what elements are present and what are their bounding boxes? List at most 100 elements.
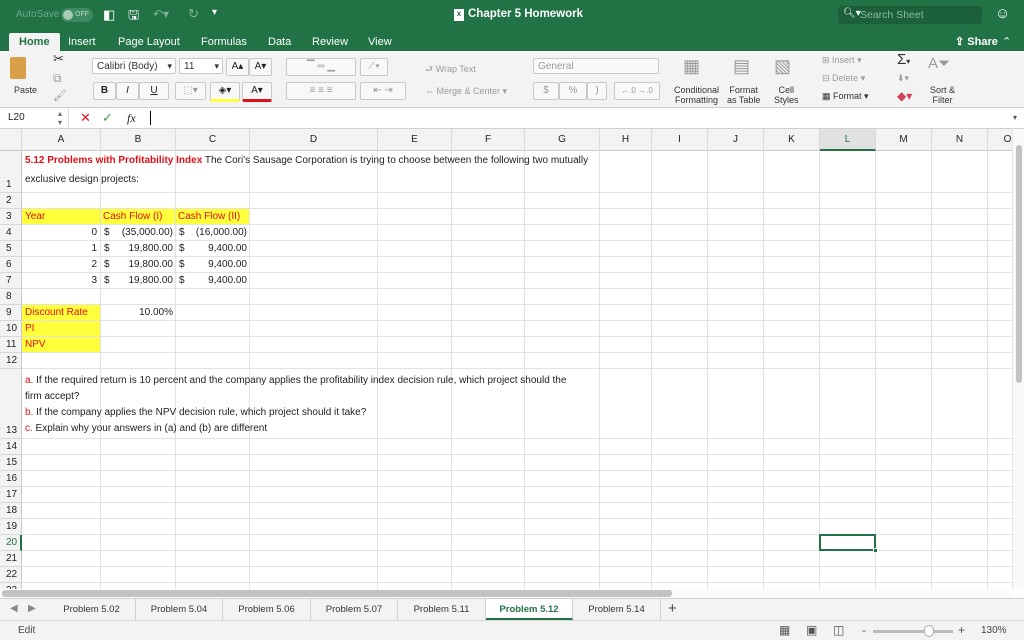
cell-I10[interactable]: [652, 321, 708, 337]
cell-N11[interactable]: [932, 337, 988, 353]
cell-L2[interactable]: [820, 193, 876, 209]
cell-E21[interactable]: [378, 551, 452, 567]
cell-O22[interactable]: [988, 567, 1012, 583]
cell-H17[interactable]: [600, 487, 652, 503]
cell-F9[interactable]: [452, 305, 525, 321]
cell-L11[interactable]: [820, 337, 876, 353]
row-header-11[interactable]: 11: [0, 337, 22, 353]
cell-O20[interactable]: [988, 535, 1012, 551]
cell-K12[interactable]: [764, 353, 820, 369]
cell-O8[interactable]: [988, 289, 1012, 305]
cell-O15[interactable]: [988, 455, 1012, 471]
cell-J2[interactable]: [708, 193, 764, 209]
save-icon[interactable]: 🖫: [128, 6, 139, 28]
cell-L10[interactable]: [820, 321, 876, 337]
cell-B17[interactable]: [101, 487, 176, 503]
cell-G20[interactable]: [525, 535, 600, 551]
cell-O16[interactable]: [988, 471, 1012, 487]
cell-L15[interactable]: [820, 455, 876, 471]
cell-A20[interactable]: [22, 535, 101, 551]
enter-checkmark-icon[interactable]: ✓: [102, 110, 113, 126]
cell-D19[interactable]: [250, 519, 378, 535]
cell-J22[interactable]: [708, 567, 764, 583]
cell-K5[interactable]: [764, 241, 820, 257]
cell-N4[interactable]: [932, 225, 988, 241]
select-all-corner[interactable]: [0, 129, 22, 151]
cell-F12[interactable]: [452, 353, 525, 369]
decrease-font-icon[interactable]: A▾: [249, 58, 272, 76]
cell-C16[interactable]: [176, 471, 250, 487]
cell-H19[interactable]: [600, 519, 652, 535]
cell-H16[interactable]: [600, 471, 652, 487]
cell-E10[interactable]: [378, 321, 452, 337]
cell-G12[interactable]: [525, 353, 600, 369]
cell-I20[interactable]: [652, 535, 708, 551]
cell-E20[interactable]: [378, 535, 452, 551]
smiley-feedback-icon[interactable]: ☺: [995, 5, 1010, 22]
merge-center-button[interactable]: ⇔ Merge & Center ▾: [425, 86, 507, 97]
row-header-2[interactable]: 2: [0, 193, 22, 209]
row-header-7[interactable]: 7: [0, 273, 22, 289]
cell-F10[interactable]: [452, 321, 525, 337]
cell-D12[interactable]: [250, 353, 378, 369]
cell-M5[interactable]: [876, 241, 932, 257]
cell-L19[interactable]: [820, 519, 876, 535]
cell-H9[interactable]: [600, 305, 652, 321]
customize-toolbar-icon[interactable]: ▾: [212, 7, 217, 18]
cell-E16[interactable]: [378, 471, 452, 487]
cell-H11[interactable]: [600, 337, 652, 353]
sidebar-toggle-icon[interactable]: ◧: [103, 7, 115, 23]
cell-K21[interactable]: [764, 551, 820, 567]
cell-F22[interactable]: [452, 567, 525, 583]
cell-D11[interactable]: [250, 337, 378, 353]
cell-O6[interactable]: [988, 257, 1012, 273]
cell-N3[interactable]: [932, 209, 988, 225]
cell-M14[interactable]: [876, 439, 932, 455]
cell-B21[interactable]: [101, 551, 176, 567]
cell-I16[interactable]: [652, 471, 708, 487]
expand-formula-icon[interactable]: ▾: [1013, 113, 1017, 122]
cell-D10[interactable]: [250, 321, 378, 337]
cell-H2[interactable]: [600, 193, 652, 209]
cell-C12[interactable]: [176, 353, 250, 369]
cell-M12[interactable]: [876, 353, 932, 369]
cell-J4[interactable]: [708, 225, 764, 241]
cell-D2[interactable]: [250, 193, 378, 209]
cell-L16[interactable]: [820, 471, 876, 487]
cell-I4[interactable]: [652, 225, 708, 241]
cell-O1[interactable]: [988, 151, 1012, 193]
cell-F18[interactable]: [452, 503, 525, 519]
borders-icon[interactable]: ⬚▾: [175, 82, 206, 100]
cell-K22[interactable]: [764, 567, 820, 583]
cell-E19[interactable]: [378, 519, 452, 535]
cell-A14[interactable]: [22, 439, 101, 455]
cell-N14[interactable]: [932, 439, 988, 455]
cell-M15[interactable]: [876, 455, 932, 471]
cell-N7[interactable]: [932, 273, 988, 289]
cell-B11[interactable]: [101, 337, 176, 353]
delete-button[interactable]: ⊟ Delete ▾: [822, 73, 865, 84]
font-name-select[interactable]: Calibri (Body) ▾: [92, 58, 176, 74]
cell-B19[interactable]: [101, 519, 176, 535]
cell-L4[interactable]: [820, 225, 876, 241]
cell-F14[interactable]: [452, 439, 525, 455]
sheet-tab-problem-5-14[interactable]: Problem 5.14: [573, 599, 661, 620]
top-align-icon[interactable]: ▔ ═ ▁: [286, 58, 356, 76]
cell-N10[interactable]: [932, 321, 988, 337]
cell-M17[interactable]: [876, 487, 932, 503]
cell-B10[interactable]: [101, 321, 176, 337]
tab-formulas[interactable]: Formulas: [191, 33, 257, 51]
sort-filter-icon[interactable]: A⏷: [928, 55, 950, 72]
cell-J13[interactable]: [708, 369, 764, 439]
cell-G17[interactable]: [525, 487, 600, 503]
cell-B15[interactable]: [101, 455, 176, 471]
row-header-22[interactable]: 22: [0, 567, 22, 583]
cell-O14[interactable]: [988, 439, 1012, 455]
cell-H15[interactable]: [600, 455, 652, 471]
copy-icon[interactable]: ⧉: [53, 71, 62, 86]
cell-L8[interactable]: [820, 289, 876, 305]
cell-I3[interactable]: [652, 209, 708, 225]
orientation-icon[interactable]: ⟋▾: [360, 58, 388, 76]
comma-button[interactable]: ): [587, 82, 607, 100]
cell-D6[interactable]: [250, 257, 378, 273]
